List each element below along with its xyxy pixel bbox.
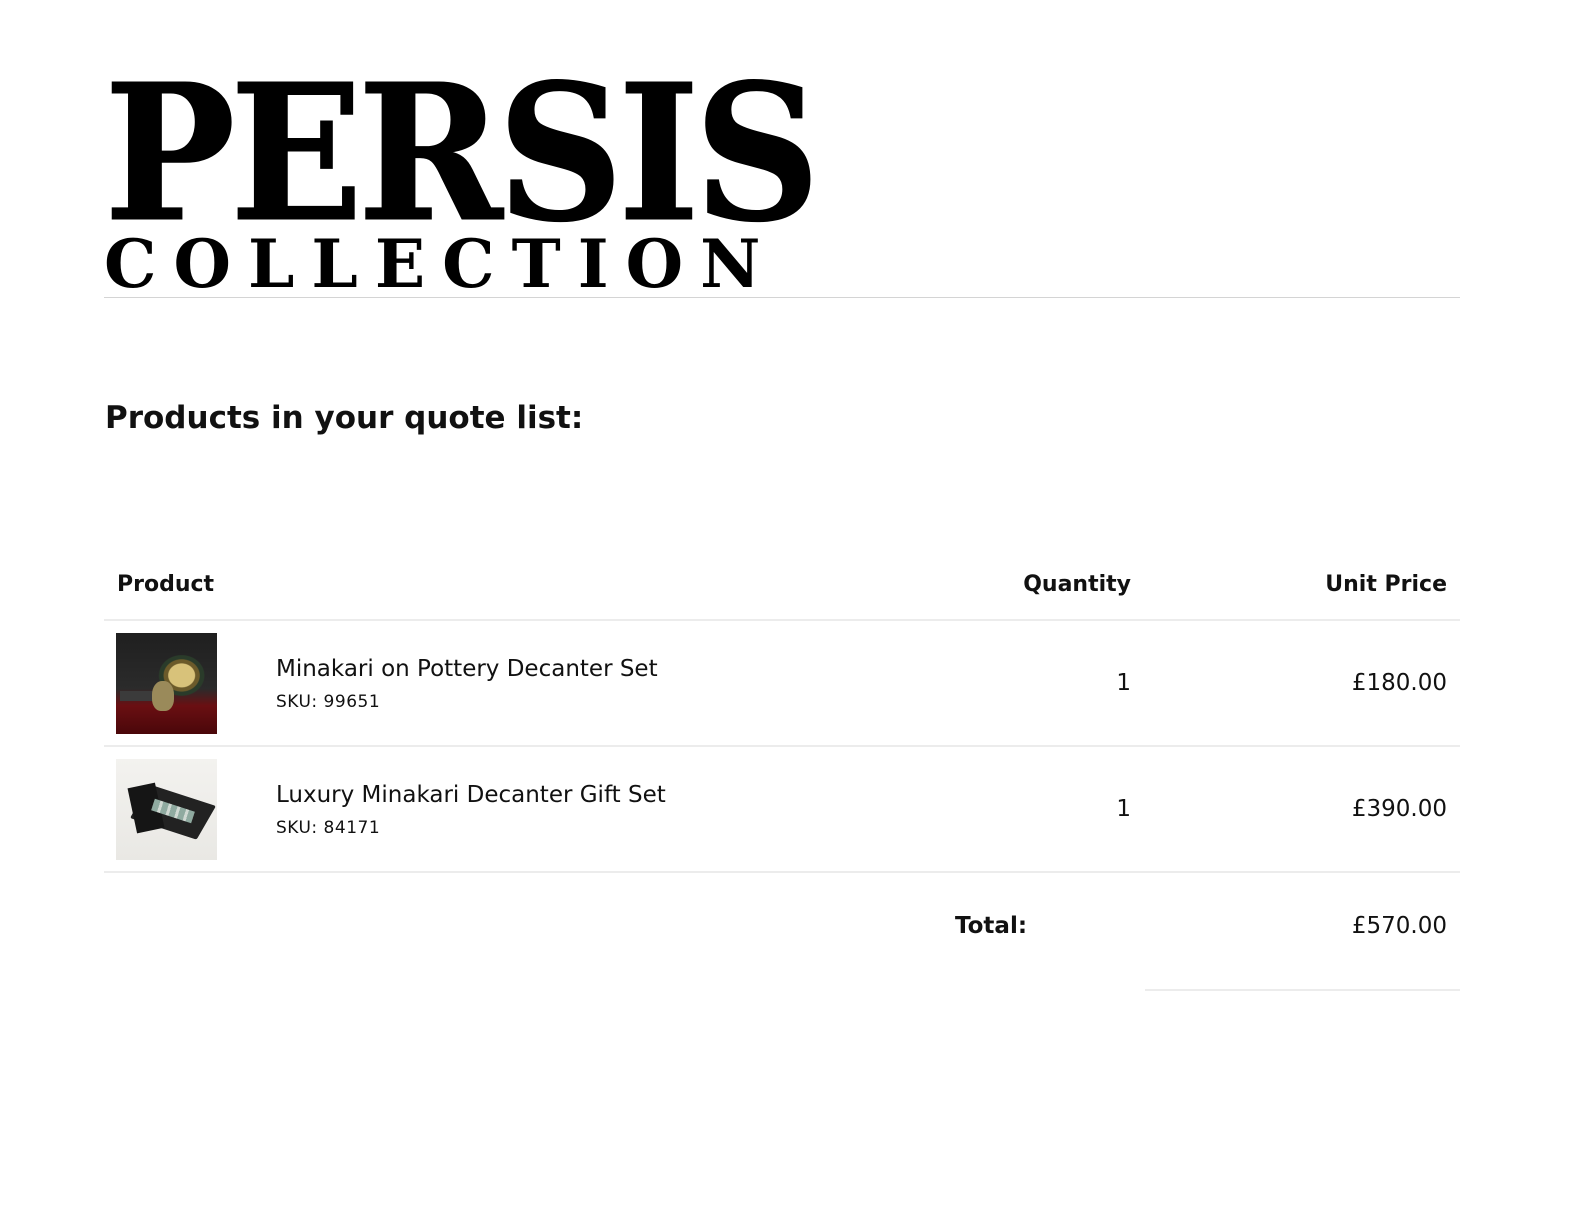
table-row: Luxury Minakari Decanter Gift Set SKU: 8… — [104, 747, 1460, 873]
product-unit-price: £390.00 — [1351, 796, 1447, 822]
header-divider — [104, 297, 1460, 298]
decanter-shape — [120, 690, 156, 701]
product-name[interactable]: Minakari on Pottery Decanter Set — [276, 654, 971, 684]
column-header-quantity: Quantity — [1023, 572, 1131, 597]
column-header-product: Product — [117, 572, 215, 597]
total-divider — [1145, 989, 1460, 991]
column-header-unit-price: Unit Price — [1325, 572, 1447, 597]
product-quantity: 1 — [1116, 670, 1131, 696]
total-value: £570.00 — [1351, 913, 1447, 939]
vase-shape — [152, 680, 174, 711]
page-title: Products in your quote list: — [105, 400, 584, 436]
total-row: Total: £570.00 — [104, 905, 1460, 959]
product-quantity: 1 — [1116, 796, 1131, 822]
product-sku: SKU: 84171 — [276, 818, 381, 838]
product-image[interactable] — [116, 758, 217, 860]
quote-page: PERSIS COLLECTION Products in your quote… — [0, 0, 1573, 1214]
quote-table: Product Quantity Unit Price Minakari on … — [104, 550, 1460, 873]
table-header: Product Quantity Unit Price — [104, 550, 1460, 621]
product-sku: SKU: 99651 — [276, 692, 381, 712]
total-label: Total: — [955, 913, 1028, 939]
table-row: Minakari on Pottery Decanter Set SKU: 99… — [104, 621, 1460, 747]
product-image[interactable] — [116, 632, 217, 734]
product-name[interactable]: Luxury Minakari Decanter Gift Set — [276, 780, 971, 810]
product-unit-price: £180.00 — [1351, 670, 1447, 696]
product-info: Luxury Minakari Decanter Gift Set SKU: 8… — [276, 780, 971, 838]
logo-main-text: PERSIS — [104, 43, 821, 264]
persis-collection-logo: PERSIS COLLECTION — [104, 59, 821, 297]
product-info: Minakari on Pottery Decanter Set SKU: 99… — [276, 654, 971, 712]
